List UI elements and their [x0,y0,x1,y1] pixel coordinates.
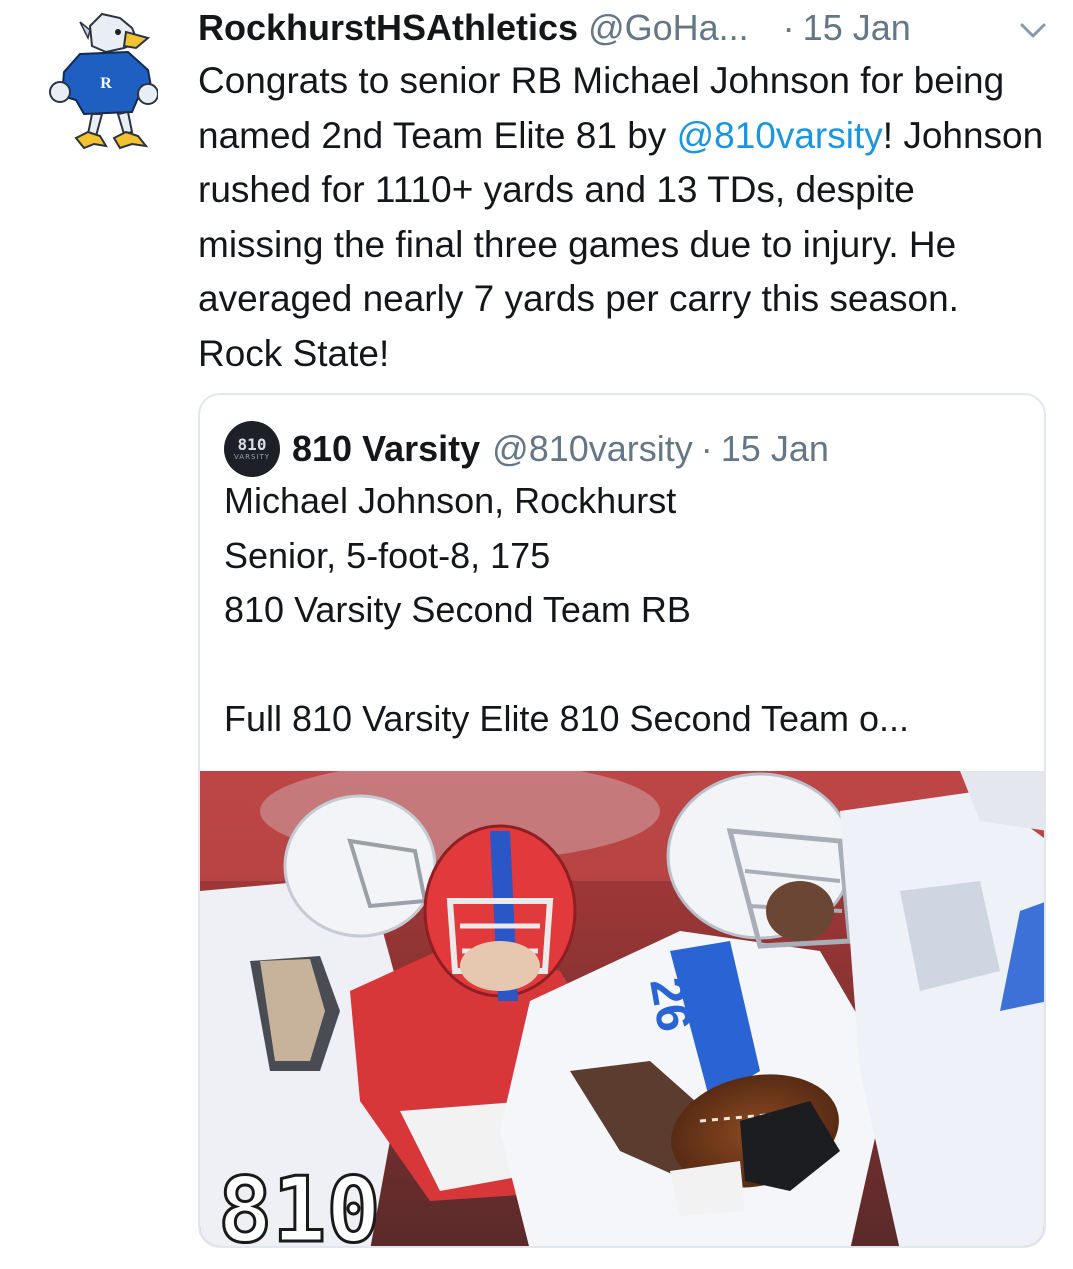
quoted-separator-dot: · [700,428,713,469]
quoted-avatar-logo-subtext: VARSITY [233,452,271,461]
quoted-author-handle[interactable]: @810varsity [492,427,693,471]
tweet-text: Congrats to senior RB Michael Johnson fo… [198,54,1048,381]
tweet-header: RockhurstHSAthletics @GoHa... · 15 Jan [198,6,1058,50]
quoted-avatar[interactable]: 810 VARSITY [224,421,280,477]
chevron-down-icon[interactable] [1018,20,1048,42]
mention-link[interactable]: @810varsity [677,115,883,156]
quoted-tweet-photo[interactable]: 26 810 [200,771,1044,1248]
svg-text:R: R [100,75,112,92]
quoted-author-name[interactable]: 810 Varsity [292,427,480,471]
tweet-timestamp[interactable]: 15 Jan [803,6,911,50]
quoted-line: Senior, 5-foot-8, 175 [224,534,551,576]
jersey-number: 26 [639,974,700,1036]
author-handle[interactable]: @GoHa... [588,6,749,50]
tweet-main: RockhurstHSAthletics @GoHa... · 15 Jan C… [198,6,1058,381]
hawk-mascot-icon[interactable]: R [40,8,159,153]
quoted-line: Michael Johnson, Rockhurst [224,480,677,521]
quoted-avatar-logo-text: 810 [237,434,267,454]
quoted-line: Full 810 Varsity Elite 810 Second Team o… [224,698,910,739]
quoted-line [224,638,1024,693]
quoted-timestamp[interactable]: 15 Jan [721,427,829,471]
quoted-tweet[interactable]: 810 VARSITY 810 Varsity @810varsity · 15… [198,393,1046,1248]
quoted-line: 810 Varsity Second Team RB [224,589,691,630]
separator-dot: · [782,7,795,48]
quoted-tweet-header: 810 VARSITY 810 Varsity @810varsity · 15… [224,421,829,477]
svg-text:810: 810 [218,1158,381,1248]
photo-watermark-810: 810 [217,1157,383,1248]
tweet[interactable]: R RockhurstHSAthletics @GoHa... · 15 Jan… [0,0,1073,1269]
author-name[interactable]: RockhurstHSAthletics [198,6,578,50]
quoted-tweet-text: Michael Johnson, Rockhurst Senior, 5-foo… [224,474,1024,747]
